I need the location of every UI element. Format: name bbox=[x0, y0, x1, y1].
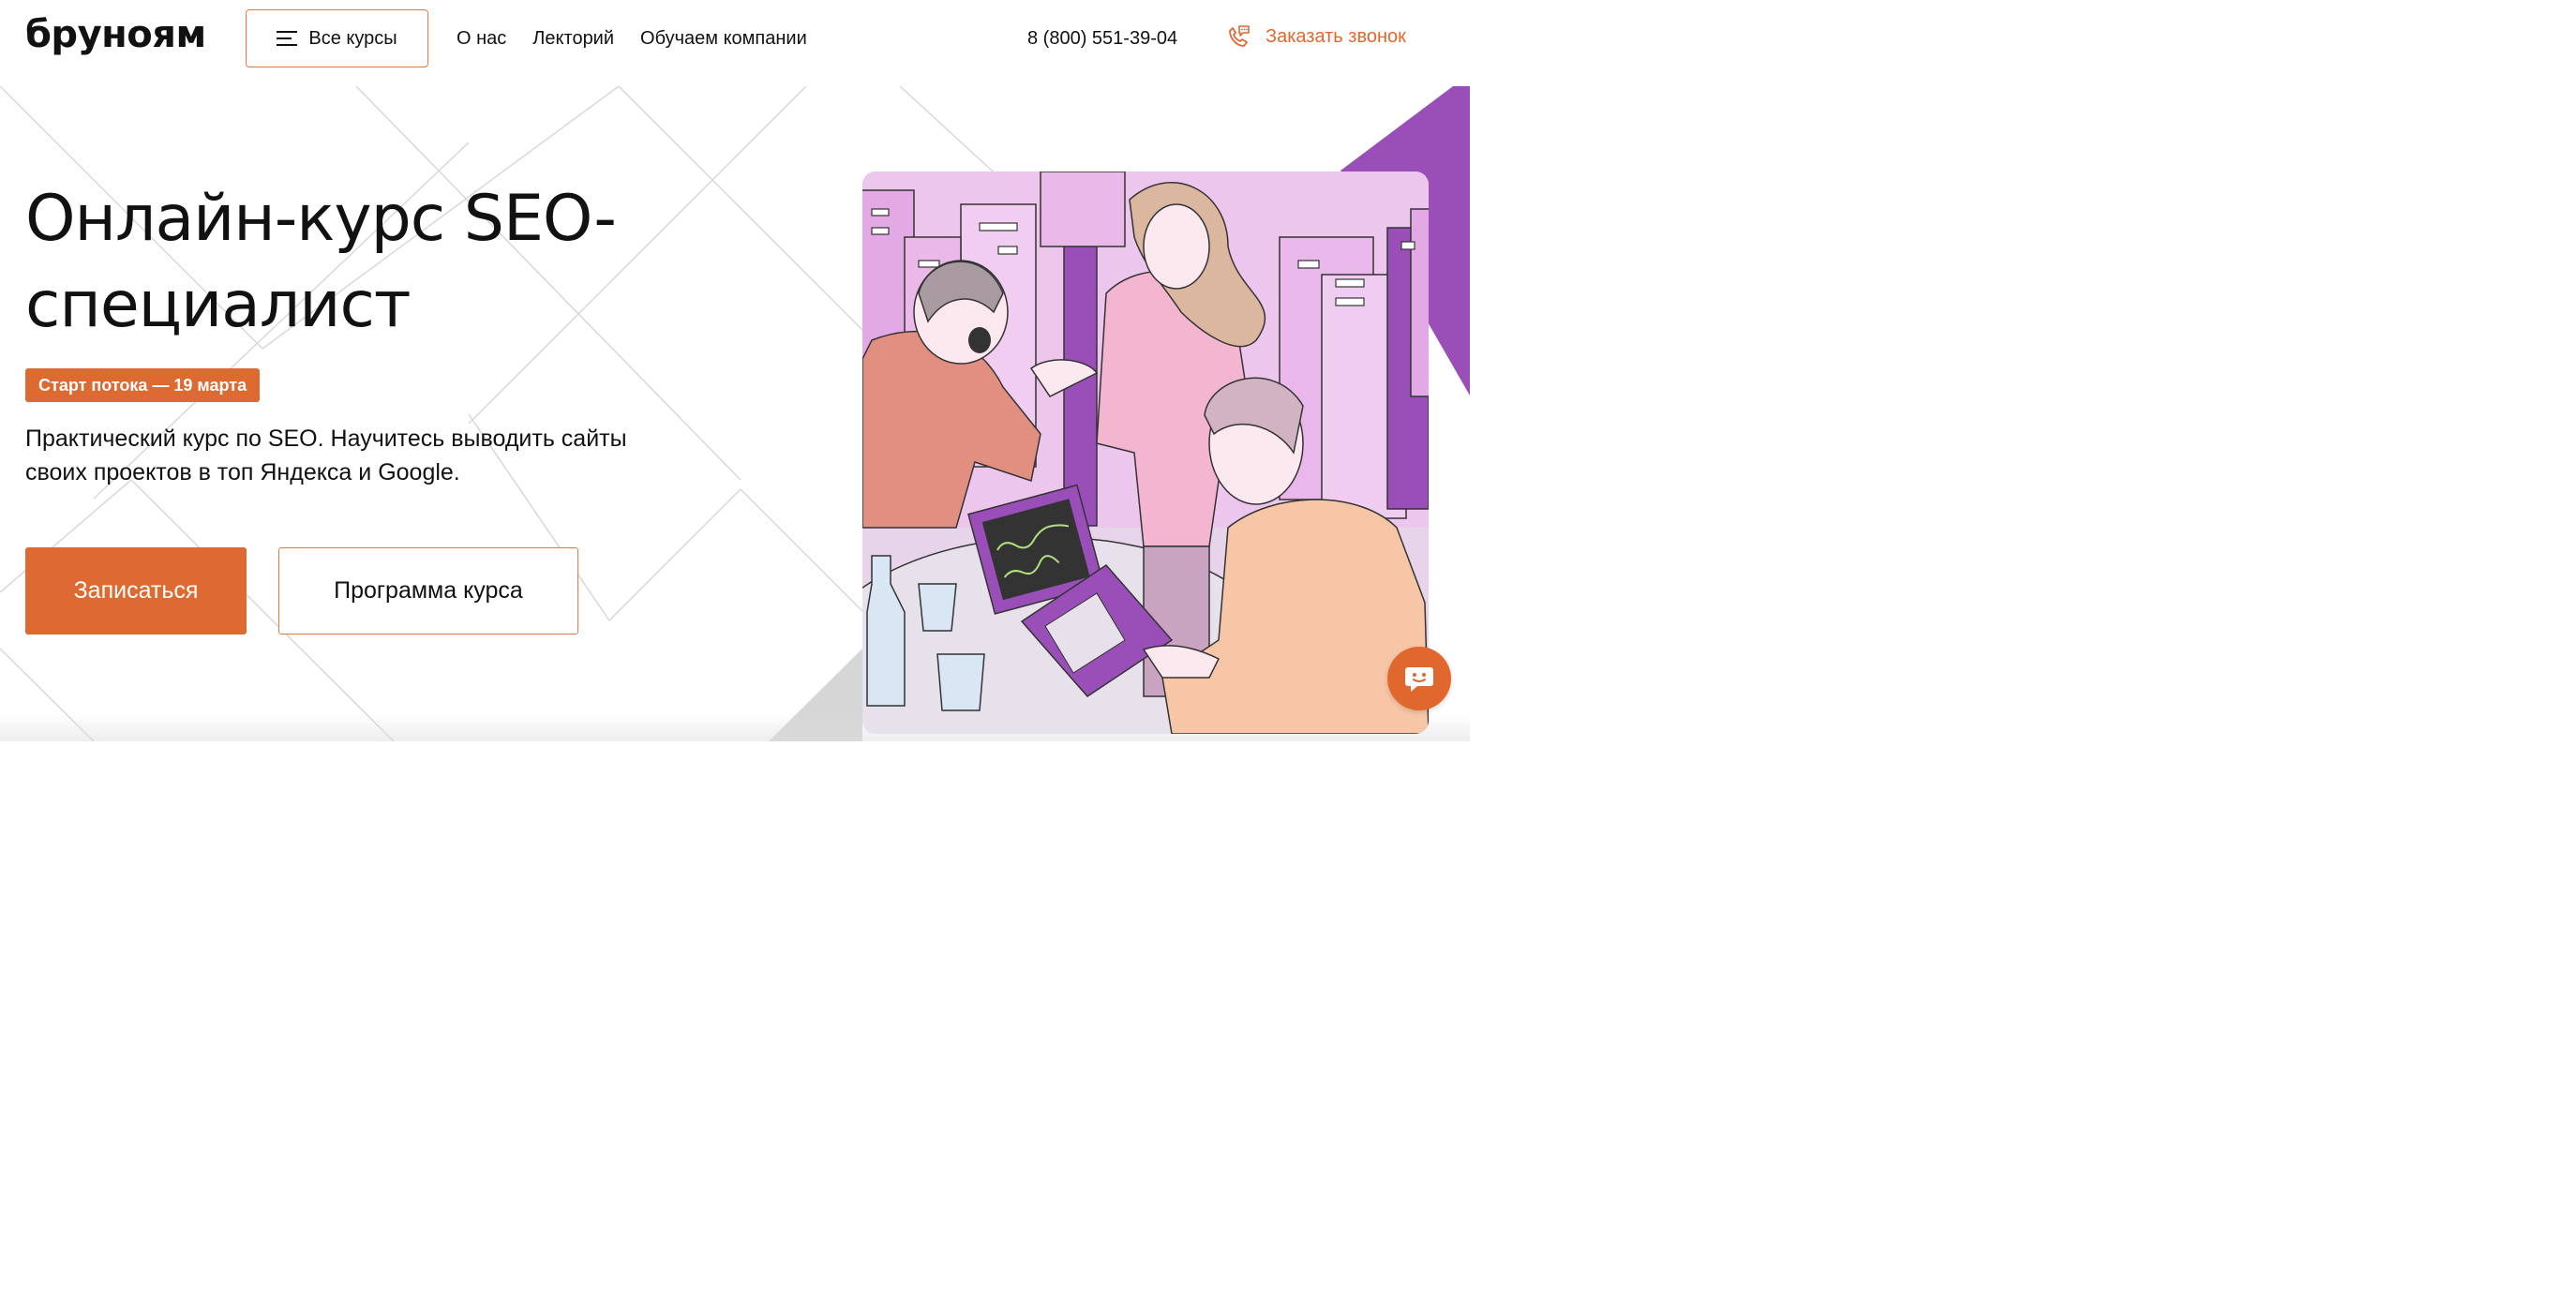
all-courses-label: Все курсы bbox=[308, 27, 397, 49]
phone-number[interactable]: 8 (800) 551-39-04 bbox=[1027, 28, 1177, 50]
all-courses-button[interactable]: Все курсы bbox=[246, 9, 428, 67]
course-program-button[interactable]: Программа курса bbox=[278, 547, 578, 635]
page-title: Онлайн-курс SEO- специалист bbox=[25, 176, 738, 349]
people-with-laptop-illustration bbox=[862, 172, 1429, 734]
nav-item-corporate[interactable]: Обучаем компании bbox=[640, 28, 807, 50]
chat-icon bbox=[1405, 667, 1433, 692]
title-line-2: специалист bbox=[25, 268, 411, 342]
callback-label: Заказать звонок bbox=[1266, 25, 1406, 47]
nav-item-lectures[interactable]: Лекторий bbox=[532, 28, 614, 50]
chat-button[interactable] bbox=[1387, 647, 1451, 710]
subtitle-line-2: своих проектов в топ Яндекса и Google. bbox=[25, 459, 460, 485]
logo[interactable]: бруноям bbox=[25, 13, 206, 56]
enroll-button[interactable]: Записаться bbox=[25, 547, 247, 635]
hero-illustration bbox=[862, 172, 1429, 734]
hero-subtitle: Практический курс по SEO. Научитесь выво… bbox=[25, 422, 775, 489]
site-header: бруноям Все курсы О нас Лекторий Обучаем… bbox=[0, 0, 1470, 82]
callback-link[interactable]: Заказать звонок bbox=[1224, 22, 1406, 51]
main-nav: О нас Лекторий Обучаем компании bbox=[457, 28, 807, 50]
phone-chat-icon bbox=[1229, 25, 1250, 47]
menu-icon bbox=[277, 31, 298, 46]
start-date-badge: Старт потока — 19 марта bbox=[25, 368, 261, 402]
nav-item-about[interactable]: О нас bbox=[457, 28, 506, 50]
title-line-1: Онлайн-курс SEO- bbox=[25, 182, 617, 256]
subtitle-line-1: Практический курс по SEO. Научитесь выво… bbox=[25, 426, 627, 452]
